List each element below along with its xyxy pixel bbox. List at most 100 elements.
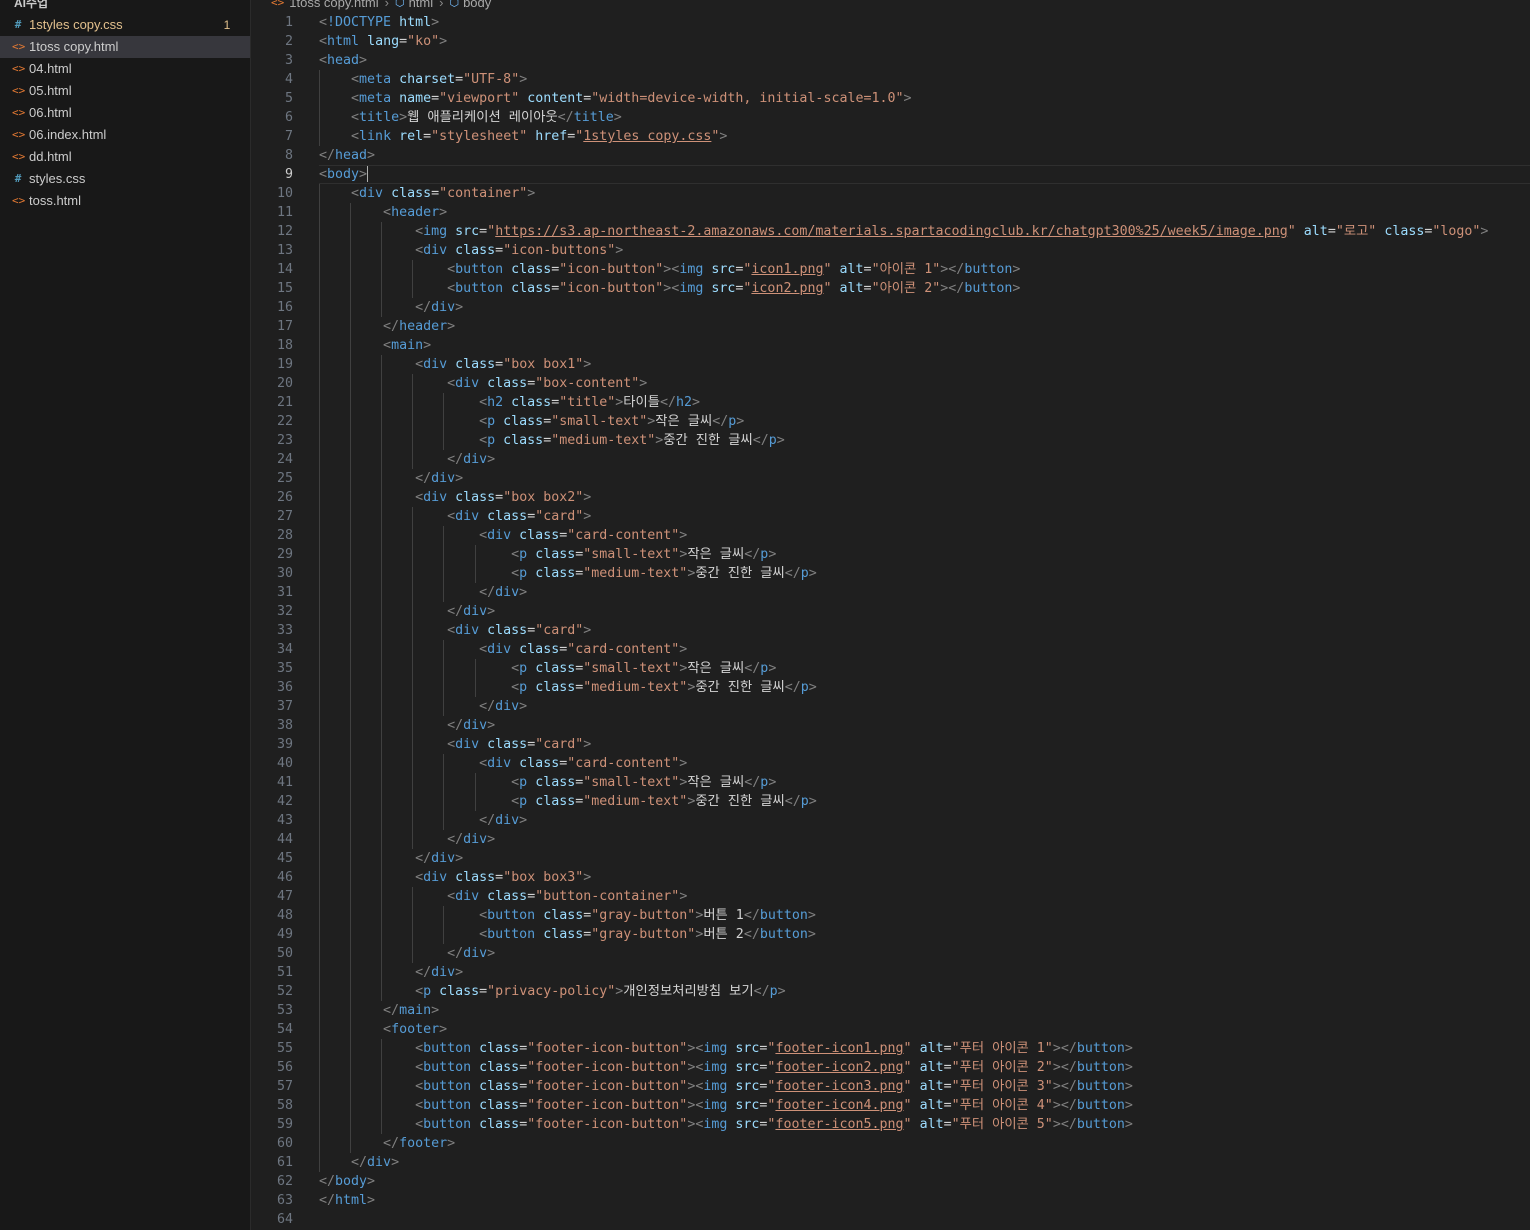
file-name: 1toss copy.html	[29, 39, 119, 54]
code-line[interactable]: 15 <button class="icon-button"><img src=…	[251, 279, 1530, 298]
code-token: img	[679, 262, 704, 277]
code-line[interactable]: 5 <meta name="viewport" content="width=d…	[251, 89, 1530, 108]
code-line[interactable]: 14 <button class="icon-button"><img src=…	[251, 260, 1530, 279]
code-line[interactable]: 19 <div class="box box1">	[251, 355, 1530, 374]
code-line[interactable]: 33 <div class="card">	[251, 621, 1530, 640]
code-line[interactable]: 20 <div class="box-content">	[251, 374, 1530, 393]
code-token: "footer-icon-button"	[527, 1079, 688, 1094]
code-editor[interactable]: <> 1toss copy.html › ⬡ html › ⬡ body 1 <!…	[251, 0, 1530, 1230]
code-line[interactable]: 49 <button class="gray-button">버튼 2</but…	[251, 925, 1530, 944]
code-line[interactable]: 27 <div class="card">	[251, 507, 1530, 526]
code-line[interactable]: 29 <p class="small-text">작은 글씨</p>	[251, 545, 1530, 564]
code-line[interactable]: 34 <div class="card-content">	[251, 640, 1530, 659]
code-line[interactable]: 36 <p class="medium-text">중간 진한 글씨</p>	[251, 678, 1530, 697]
code-line[interactable]: 44 </div>	[251, 830, 1530, 849]
code-line[interactable]: 40 <div class="card-content">	[251, 754, 1530, 773]
code-line[interactable]: 52 <p class="privacy-policy">개인정보처리방침 보기…	[251, 982, 1530, 1001]
file-item[interactable]: # styles.css	[0, 168, 250, 190]
code-line[interactable]: 39 <div class="card">	[251, 735, 1530, 754]
code-line[interactable]: 57 <button class="footer-icon-button"><i…	[251, 1077, 1530, 1096]
code-line[interactable]: 41 <p class="small-text">작은 글씨</p>	[251, 773, 1530, 792]
code-line[interactable]: 56 <button class="footer-icon-button"><i…	[251, 1058, 1530, 1077]
code-line[interactable]: 31 </div>	[251, 583, 1530, 602]
code-token: meta	[359, 91, 392, 106]
code-token: =	[455, 72, 464, 87]
code-line[interactable]: 16 </div>	[251, 298, 1530, 317]
line-number: 31	[276, 585, 293, 600]
code-token: >	[583, 357, 592, 372]
code-line[interactable]: 1 <!DOCTYPE html>	[251, 13, 1530, 32]
code-lines[interactable]: 1 <!DOCTYPE html> 2 <html lang="ko"> 3 <head>…	[251, 13, 1530, 1229]
code-line[interactable]: 50 </div>	[251, 944, 1530, 963]
code-line[interactable]: 60 </footer>	[251, 1134, 1530, 1153]
code-line[interactable]: 2 <html lang="ko">	[251, 32, 1530, 51]
code-line[interactable]: 61 </div>	[251, 1153, 1530, 1172]
code-token: <	[383, 205, 392, 220]
code-line[interactable]: 28 <div class="card-content">	[251, 526, 1530, 545]
code-line[interactable]: 9 <body>	[251, 165, 1530, 184]
code-line[interactable]: 21 <h2 class="title">타이틀</h2>	[251, 393, 1530, 412]
code-line[interactable]: 54 <footer>	[251, 1020, 1530, 1039]
code-line[interactable]: 58 <button class="footer-icon-button"><i…	[251, 1096, 1530, 1115]
code-line[interactable]: 53 </main>	[251, 1001, 1530, 1020]
code-line[interactable]: 23 <p class="medium-text">중간 진한 글씨</p>	[251, 431, 1530, 450]
code-token: p	[519, 547, 528, 562]
code-line[interactable]: 18 <main>	[251, 336, 1530, 355]
code-line[interactable]: 47 <div class="button-container">	[251, 887, 1530, 906]
code-line[interactable]: 59 <button class="footer-icon-button"><i…	[251, 1115, 1530, 1134]
code-line[interactable]: 42 <p class="medium-text">중간 진한 글씨</p>	[251, 792, 1530, 811]
code-line[interactable]: 63 </html>	[251, 1191, 1530, 1210]
code-token: footer-icon2.png	[775, 1060, 904, 1075]
code-token: </	[447, 604, 464, 619]
file-item[interactable]: <> 04.html	[0, 58, 250, 80]
code-line[interactable]: 32 </div>	[251, 602, 1530, 621]
code-line[interactable]: 46 <div class="box box3">	[251, 868, 1530, 887]
code-line[interactable]: 45 </div>	[251, 849, 1530, 868]
code-line[interactable]: 43 </div>	[251, 811, 1530, 830]
code-line[interactable]: 38 </div>	[251, 716, 1530, 735]
code-line[interactable]: 26 <div class="box box2">	[251, 488, 1530, 507]
code-line[interactable]: 17 </header>	[251, 317, 1530, 336]
code-line[interactable]: 22 <p class="small-text">작은 글씨</p>	[251, 412, 1530, 431]
breadcrumb-item-body[interactable]: body	[463, 0, 491, 12]
code-line[interactable]: 4 <meta charset="UTF-8">	[251, 70, 1530, 89]
file-item[interactable]: <> 06.html	[0, 102, 250, 124]
code-line[interactable]: 8 </head>	[251, 146, 1530, 165]
breadcrumb-file[interactable]: 1toss copy.html	[289, 0, 378, 12]
explorer-folder-title[interactable]: AI수업	[14, 0, 48, 11]
file-item[interactable]: <> toss.html	[0, 190, 250, 212]
file-item[interactable]: <> 06.index.html	[0, 124, 250, 146]
code-line[interactable]: 25 </div>	[251, 469, 1530, 488]
line-content: <button class="icon-button"><img src="ic…	[319, 260, 1020, 279]
code-line[interactable]: 35 <p class="small-text">작은 글씨</p>	[251, 659, 1530, 678]
file-item[interactable]: <> dd.html	[0, 146, 250, 168]
code-line[interactable]: 12 <img src="https://s3.ap-northeast-2.a…	[251, 222, 1530, 241]
code-token: class	[1384, 224, 1425, 239]
code-line[interactable]: 48 <button class="gray-button">버튼 1</but…	[251, 906, 1530, 925]
code-line[interactable]: 6 <title>웹 애플리케이션 레이아웃</title>	[251, 108, 1530, 127]
code-line[interactable]: 62 </body>	[251, 1172, 1530, 1191]
file-item[interactable]: <> 05.html	[0, 80, 250, 102]
code-line[interactable]: 55 <button class="footer-icon-button"><i…	[251, 1039, 1530, 1058]
code-line[interactable]: 13 <div class="icon-buttons">	[251, 241, 1530, 260]
code-line[interactable]: 10 <div class="container">	[251, 184, 1530, 203]
code-line[interactable]: 30 <p class="medium-text">중간 진한 글씨</p>	[251, 564, 1530, 583]
line-number: 51	[276, 965, 293, 980]
code-line[interactable]: 51 </div>	[251, 963, 1530, 982]
code-line[interactable]: 7 <link rel="stylesheet" href="1styles c…	[251, 127, 1530, 146]
code-token: button	[487, 927, 536, 942]
code-line[interactable]: 11 <header>	[251, 203, 1530, 222]
code-line[interactable]: 24 </div>	[251, 450, 1530, 469]
breadcrumb-item-html[interactable]: html	[409, 0, 434, 12]
file-item[interactable]: #1styles copy.css 1	[0, 14, 250, 36]
code-line[interactable]: 64	[251, 1210, 1530, 1229]
code-line[interactable]: 3 <head>	[251, 51, 1530, 70]
code-token: ></	[1052, 1060, 1077, 1075]
code-line[interactable]: 37 </div>	[251, 697, 1530, 716]
line-number: 24	[276, 452, 293, 467]
file-item[interactable]: <> 1toss copy.html	[0, 36, 250, 58]
